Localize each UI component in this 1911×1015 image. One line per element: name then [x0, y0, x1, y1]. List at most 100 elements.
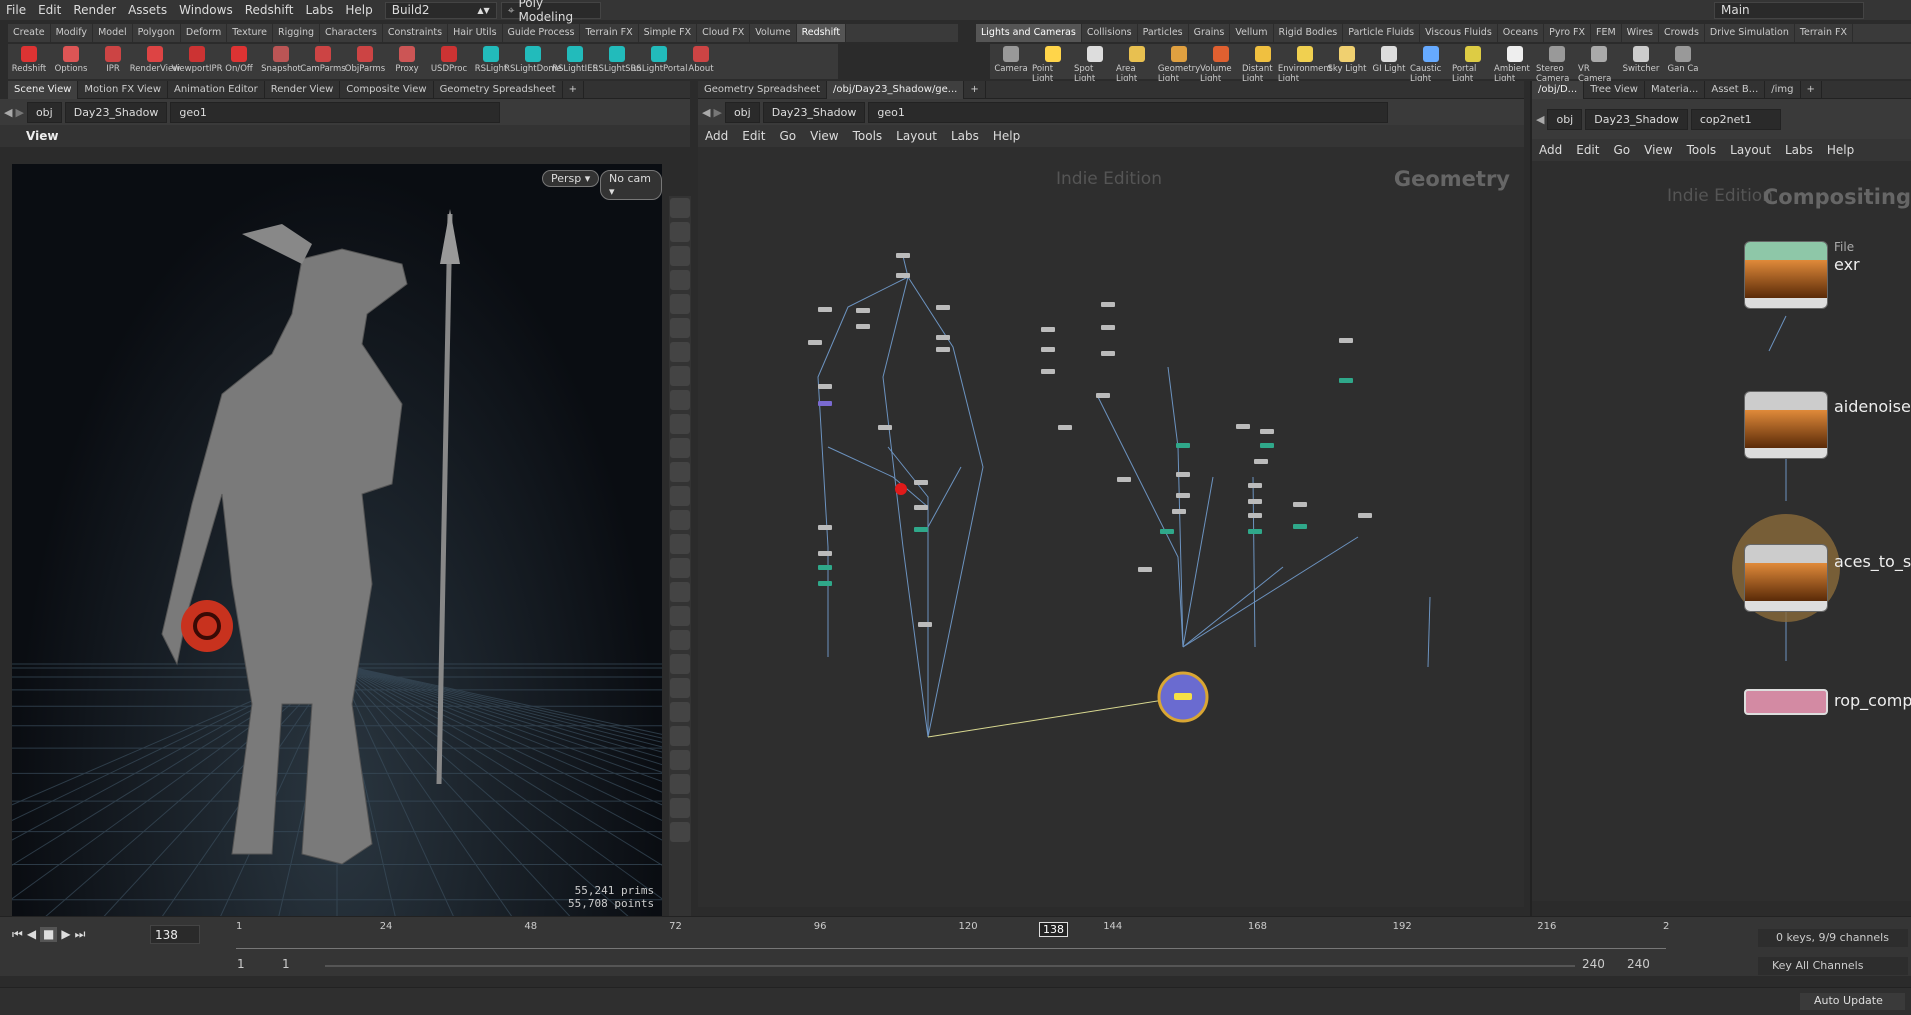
pane-tab-asset-b[interactable]: Asset B...	[1705, 80, 1766, 99]
main-desktop-dropdown[interactable]: Main	[1714, 1, 1864, 19]
context-dropdown[interactable]: ⌖ Poly Modeling	[500, 0, 601, 24]
tool-ipr[interactable]: IPR	[92, 44, 134, 74]
viewport-tool-icon[interactable]	[670, 198, 690, 218]
tool-caustic-light[interactable]: Caustic Light	[1410, 44, 1452, 84]
network-node[interactable]	[878, 425, 892, 430]
comp-network-canvas[interactable]: Indie Edition Compositing File exr aiden…	[1532, 161, 1911, 901]
forward-arrow-icon[interactable]: ▶	[713, 106, 721, 119]
tool-gan-ca[interactable]: Gan Ca	[1662, 44, 1704, 74]
menu-labs[interactable]: Labs	[944, 129, 986, 143]
viewport-tool-icon[interactable]	[670, 510, 690, 530]
menu-labs[interactable]: Labs	[299, 3, 339, 17]
network-node[interactable]	[1101, 351, 1115, 356]
shelf-tab-volume[interactable]: Volume	[750, 24, 797, 42]
network-node[interactable]	[1041, 327, 1055, 332]
menu-add[interactable]: Add	[698, 129, 735, 143]
network-node[interactable]	[914, 527, 928, 532]
network-node[interactable]	[1293, 524, 1307, 529]
timeline-ruler[interactable]: 1 24 48 72 96 120 144 168 192 216 2	[236, 921, 1669, 949]
tool-camera[interactable]: Camera	[990, 44, 1032, 74]
pane-tab-materia[interactable]: Materia...	[1645, 80, 1706, 99]
shelf-tab-vellum[interactable]: Vellum	[1230, 24, 1274, 42]
shelf-tab-particle-fluids[interactable]: Particle Fluids	[1343, 24, 1421, 42]
comp-node-aces[interactable]	[1744, 544, 1828, 612]
network-node[interactable]	[1236, 424, 1250, 429]
back-arrow-icon[interactable]: ◀	[702, 106, 710, 119]
network-node[interactable]	[1096, 393, 1110, 398]
menu-labs[interactable]: Labs	[1778, 143, 1820, 157]
shelf-tab-characters[interactable]: Characters	[320, 24, 383, 42]
network-node[interactable]	[1358, 513, 1372, 518]
shelf-tab-fem[interactable]: FEM	[1591, 24, 1622, 42]
network-node[interactable]	[818, 307, 832, 312]
network-node[interactable]	[1260, 429, 1274, 434]
shelf-tab-collisions[interactable]: Collisions	[1082, 24, 1138, 42]
path-obj[interactable]: obj	[724, 101, 760, 123]
path-cop2net1[interactable]: cop2net1	[1690, 108, 1781, 130]
viewport-tool-icon[interactable]	[670, 678, 690, 698]
network-node[interactable]	[808, 340, 822, 345]
network-node[interactable]	[1260, 443, 1274, 448]
current-frame-field[interactable]: 138	[150, 925, 200, 944]
path-day23[interactable]: Day23_Shadow	[64, 101, 168, 123]
start-frame[interactable]: 1	[237, 957, 245, 971]
shelf-tab-constraints[interactable]: Constraints	[383, 24, 449, 42]
path-obj[interactable]: obj	[26, 101, 62, 123]
auto-update-button[interactable]: Auto Update	[1800, 993, 1905, 1010]
network-node[interactable]	[914, 505, 928, 510]
menu-file[interactable]: File	[0, 3, 32, 17]
shelf-tab-particles[interactable]: Particles	[1138, 24, 1189, 42]
pane-tab-animation-editor[interactable]: Animation Editor	[168, 80, 265, 99]
viewport-tool-icon[interactable]	[670, 414, 690, 434]
menu-layout[interactable]: Layout	[889, 129, 944, 143]
tool-point-light[interactable]: Point Light	[1032, 44, 1074, 84]
network-node[interactable]	[818, 565, 832, 570]
path-geo1[interactable]: geo1	[170, 101, 501, 123]
pane-tab-composite-view[interactable]: Composite View	[340, 80, 434, 99]
menu-go[interactable]: Go	[772, 129, 803, 143]
shelf-tab-simple-fx[interactable]: Simple FX	[639, 24, 698, 42]
network-node[interactable]	[936, 347, 950, 352]
network-node[interactable]	[1176, 443, 1190, 448]
menu-help[interactable]: Help	[339, 3, 378, 17]
tool-rslightdome[interactable]: RSLightDome	[504, 44, 562, 74]
viewport-tool-icon[interactable]	[670, 654, 690, 674]
shelf-tab-cloud-fx[interactable]: Cloud FX	[697, 24, 751, 42]
menu-view[interactable]: View	[1637, 143, 1679, 157]
viewport-tool-icon[interactable]	[670, 822, 690, 842]
viewport-tool-icon[interactable]	[670, 318, 690, 338]
tool-vr-camera[interactable]: VR Camera	[1578, 44, 1620, 84]
persp-button[interactable]: Persp ▾	[542, 170, 600, 187]
tool-redshift[interactable]: Redshift	[8, 44, 50, 74]
tool-on-off[interactable]: On/Off	[218, 44, 260, 74]
menu-windows[interactable]: Windows	[173, 3, 239, 17]
shelf-tab-guide-process[interactable]: Guide Process	[503, 24, 581, 42]
pane-tab-obj-d[interactable]: /obj/D...	[1532, 80, 1585, 99]
network-node[interactable]	[914, 480, 928, 485]
menu-layout[interactable]: Layout	[1723, 143, 1778, 157]
shelf-tab-hair-utils[interactable]: Hair Utils	[448, 24, 503, 42]
network-node[interactable]	[1339, 378, 1353, 383]
menu-go[interactable]: Go	[1606, 143, 1637, 157]
menu-help[interactable]: Help	[1820, 143, 1861, 157]
viewport-tool-icon[interactable]	[670, 774, 690, 794]
viewport-tool-icon[interactable]	[670, 606, 690, 626]
tool-gi-light[interactable]: GI Light	[1368, 44, 1410, 74]
shelf-tab-deform[interactable]: Deform	[181, 24, 228, 42]
pane-tab-img[interactable]: /img	[1765, 80, 1801, 99]
end-frame-2[interactable]: 240	[1627, 957, 1650, 971]
shelf-tab-terrain-fx[interactable]: Terrain FX	[1795, 24, 1854, 42]
tool-about[interactable]: About	[680, 44, 722, 74]
viewport-tool-icon[interactable]	[670, 486, 690, 506]
path-obj[interactable]: obj	[1547, 108, 1583, 130]
shelf-tab-texture[interactable]: Texture	[227, 24, 274, 42]
shelf-tab-wires[interactable]: Wires	[1622, 24, 1659, 42]
network-node[interactable]	[818, 551, 832, 556]
add-tab-icon[interactable]: +	[563, 80, 584, 99]
skip-start-icon[interactable]: ⏮	[12, 927, 23, 942]
network-node[interactable]	[896, 253, 910, 258]
menu-view[interactable]: View	[803, 129, 845, 143]
pane-tab-tree-view[interactable]: Tree View	[1584, 80, 1645, 99]
viewport-tool-icon[interactable]	[670, 342, 690, 362]
tool-sky-light[interactable]: Sky Light	[1326, 44, 1368, 74]
